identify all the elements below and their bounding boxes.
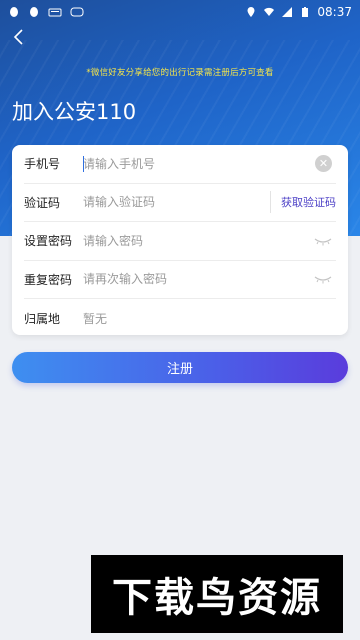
clear-icon[interactable]: ✕ (315, 155, 332, 173)
region-label: 归属地 (24, 311, 61, 326)
battery-icon (302, 7, 309, 17)
eye-closed-icon[interactable] (312, 272, 334, 286)
back-button[interactable] (8, 26, 30, 48)
repeat-password-label: 重复密码 (24, 272, 73, 287)
code-divider (270, 191, 271, 214)
password-label: 设置密码 (24, 234, 73, 249)
register-form: 手机号 ✕ 验证码 获取验证码 设置密码 重复密码 归属地 暂无 (12, 145, 348, 335)
password-input[interactable] (83, 233, 312, 248)
region-value: 暂无 (83, 311, 108, 326)
page-title: 加入公安110 (12, 100, 137, 124)
password-row: 设置密码 (24, 222, 336, 261)
share-notice: *微信好友分享给您的出行记录需注册后方可查看 (86, 68, 274, 78)
status-time: 08:37 (317, 5, 352, 19)
repeat-password-input[interactable] (83, 272, 312, 287)
site-watermark: 下载鸟资源 (91, 555, 343, 633)
tv-icon (70, 7, 84, 17)
wifi-icon (264, 7, 275, 16)
signal-icon (282, 7, 293, 17)
qq-icon (30, 7, 38, 17)
phone-input[interactable] (83, 156, 315, 171)
eye-closed-icon[interactable] (312, 234, 334, 248)
repeat-password-row: 重复密码 (24, 261, 336, 299)
status-bar: 08:37 (0, 0, 360, 24)
code-input[interactable] (83, 195, 270, 210)
region-row[interactable]: 归属地 暂无 (24, 299, 336, 338)
chevron-left-icon (13, 29, 23, 45)
keyboard-icon (48, 8, 62, 17)
phone-row: 手机号 ✕ (24, 145, 336, 184)
qq-icon (10, 7, 18, 17)
location-icon (247, 7, 255, 17)
phone-label: 手机号 (24, 157, 61, 172)
status-left-icons (8, 6, 84, 18)
text-caret (83, 156, 84, 172)
register-button[interactable]: 注册 (12, 352, 348, 383)
status-right-icons: 08:37 (245, 6, 352, 18)
get-code-button[interactable]: 获取验证码 (281, 194, 336, 210)
code-row: 验证码 获取验证码 (24, 184, 336, 222)
code-label: 验证码 (24, 195, 61, 210)
